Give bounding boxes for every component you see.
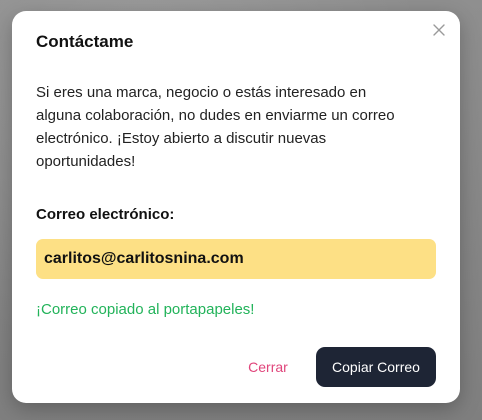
copied-confirmation: ¡Correo copiado al portapapeles! [36,301,255,318]
contact-modal: Contáctame Si eres una marca, negocio o … [12,11,460,403]
modal-title: Contáctame [36,32,134,51]
close-button[interactable] [430,21,448,39]
email-display[interactable]: carlitos@carlitosnina.com [36,239,436,279]
copy-email-button[interactable]: Copiar Correo [316,347,436,387]
email-value[interactable]: carlitos@carlitosnina.com [44,250,244,268]
close-icon [433,24,445,36]
email-label: Correo electrónico: [36,206,175,223]
modal-description: Si eres una marca, negocio o estás inter… [36,84,395,170]
cancel-button[interactable]: Cerrar [232,347,304,387]
